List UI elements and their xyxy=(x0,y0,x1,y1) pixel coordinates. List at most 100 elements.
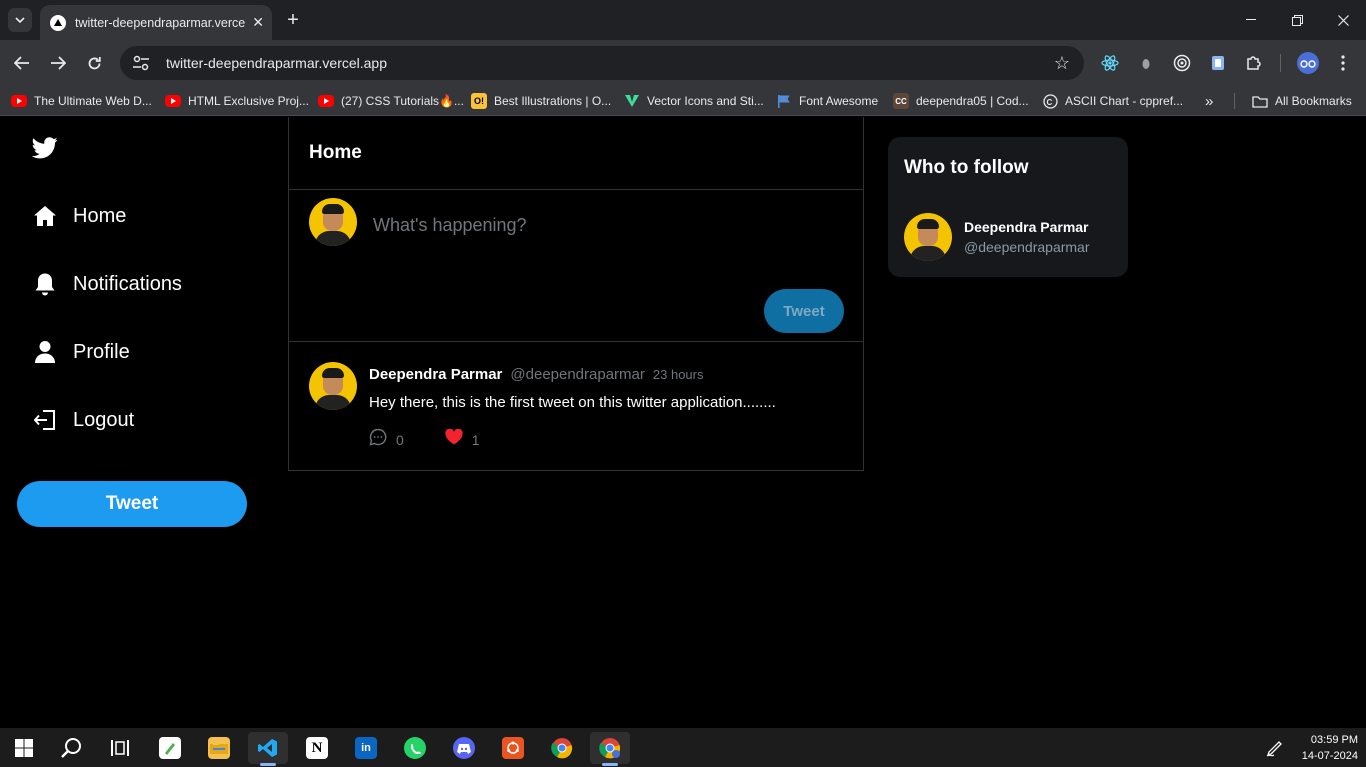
taskbar-app[interactable]: in xyxy=(346,732,386,764)
bookmark-label: deependra05 | Cod... xyxy=(916,94,1029,108)
user-icon xyxy=(32,339,58,365)
bookmark-item[interactable]: O! Best Illustrations | O... xyxy=(471,93,611,109)
back-button[interactable] xyxy=(9,50,35,76)
chrome-profile-icon xyxy=(599,738,621,759)
all-bookmarks-button[interactable]: All Bookmarks xyxy=(1252,93,1352,109)
avatar xyxy=(904,213,952,261)
browser-tab[interactable]: twitter-deependraparmar.vercel.app ✕ xyxy=(40,5,272,40)
bookmark-item[interactable]: (27) CSS Tutorials🔥... xyxy=(318,93,464,109)
sidebar-tweet-button[interactable]: Tweet xyxy=(17,481,247,527)
bookmark-label: Font Awesome xyxy=(799,94,879,108)
bell-icon xyxy=(32,271,58,297)
clock-time: 03:59 PM xyxy=(1310,734,1358,746)
new-tab-button[interactable]: + xyxy=(282,7,304,33)
bookmark-item[interactable]: HTML Exclusive Proj... xyxy=(165,93,309,109)
taskbar-app[interactable] xyxy=(444,732,484,764)
restore-button[interactable] xyxy=(1274,0,1320,40)
suggestion-handle: @deependraparmar xyxy=(964,239,1090,255)
suggestion-name: Deependra Parmar xyxy=(964,219,1089,235)
tweet-timestamp: 23 hours xyxy=(652,367,704,382)
task-view-button[interactable] xyxy=(100,732,140,764)
bookmark-item[interactable]: Vector Icons and Sti... xyxy=(624,93,764,109)
taskbar-app[interactable] xyxy=(395,732,435,764)
nav-profile[interactable]: Profile xyxy=(32,336,130,368)
docs-extension-icon[interactable] xyxy=(1208,53,1228,73)
taskbar-app[interactable] xyxy=(199,732,239,764)
taskbar-app[interactable]: N xyxy=(297,732,337,764)
who-to-follow-card: Who to follow Deependra Parmar @deependr… xyxy=(888,137,1128,277)
close-window-button[interactable] xyxy=(1320,0,1366,40)
tweet-author-name[interactable]: Deependra Parmar xyxy=(369,366,502,383)
avatar xyxy=(309,198,357,246)
bookmark-label: Best Illustrations | O... xyxy=(494,94,612,108)
pen-menu-icon[interactable] xyxy=(1260,732,1290,764)
nav-home-label: Home xyxy=(73,204,127,227)
comment-count: 0 xyxy=(396,431,404,448)
react-devtools-icon[interactable] xyxy=(1100,53,1120,73)
bookmark-star-icon[interactable]: ☆ xyxy=(1054,53,1070,74)
minimize-button[interactable] xyxy=(1228,0,1274,40)
nav-notifications-label: Notifications xyxy=(73,272,182,295)
close-icon xyxy=(1337,14,1349,26)
vscode-icon xyxy=(257,737,279,759)
taskbar: N in 03:59 PM 14-07-2024 xyxy=(0,728,1366,767)
profile-glasses-icon xyxy=(1300,60,1316,68)
tweet-author-handle[interactable]: @deependraparmar xyxy=(510,366,644,383)
compose-tweet-button[interactable]: Tweet xyxy=(764,289,844,333)
comment-button[interactable]: 0 xyxy=(369,428,404,451)
bookmark-item[interactable]: The Ultimate Web D... xyxy=(11,93,152,109)
bookmark-label: Vector Icons and Sti... xyxy=(647,94,764,108)
clock-date: 14-07-2024 xyxy=(1301,750,1358,762)
forward-button[interactable] xyxy=(45,50,71,76)
taskbar-app[interactable] xyxy=(542,732,582,764)
arrow-right-icon xyxy=(51,56,66,70)
tweet-item[interactable]: Deependra Parmar @deependraparmar 23 hou… xyxy=(289,342,863,470)
main-feed: Home Tweet Deependra Parmar @deependrapa… xyxy=(288,117,864,471)
bookmark-item[interactable]: CC deependra05 | Cod... xyxy=(893,93,1029,109)
tab-close-icon[interactable]: ✕ xyxy=(252,14,264,31)
reload-button[interactable] xyxy=(81,50,107,76)
avatar[interactable] xyxy=(309,362,357,410)
target-extension-icon[interactable] xyxy=(1172,53,1192,73)
heart-icon xyxy=(445,428,463,450)
browser-tabstrip: twitter-deependraparmar.vercel.app ✕ + xyxy=(0,0,1366,40)
youtube-icon xyxy=(318,95,334,107)
feed-header: Home xyxy=(289,117,863,190)
search-button[interactable] xyxy=(52,732,92,764)
youtube-icon xyxy=(11,95,27,107)
extension-icon[interactable] xyxy=(1136,53,1156,73)
taskbar-app[interactable] xyxy=(150,732,190,764)
nav-home[interactable]: Home xyxy=(32,200,126,232)
twitter-logo-icon[interactable] xyxy=(31,137,58,159)
tab-title: twitter-deependraparmar.vercel.app xyxy=(75,15,246,30)
follow-suggestion[interactable]: Deependra Parmar @deependraparmar xyxy=(904,213,1090,261)
tab-search-button[interactable] xyxy=(8,8,32,32)
nav-logout[interactable]: Logout xyxy=(32,404,134,436)
tweet-text: Hey there, this is the first tweet on th… xyxy=(369,394,776,411)
codechef-icon: CC xyxy=(893,93,909,109)
address-bar[interactable]: twitter-deependraparmar.vercel.app ☆ xyxy=(120,46,1084,80)
whatsapp-icon xyxy=(404,737,426,759)
taskbar-app[interactable] xyxy=(590,732,630,766)
site-settings-icon[interactable] xyxy=(132,55,150,71)
bookmarks-bar: The Ultimate Web D... HTML Exclusive Pro… xyxy=(0,86,1366,116)
browser-menu-icon[interactable] xyxy=(1333,53,1353,73)
cppref-icon: C xyxy=(1042,93,1058,109)
taskbar-app[interactable] xyxy=(493,732,533,764)
more-bookmarks-chevron-icon[interactable]: » xyxy=(1205,93,1213,110)
bookmark-item[interactable]: C ASCII Chart - cppref... xyxy=(1042,93,1183,109)
extensions-puzzle-icon[interactable] xyxy=(1244,53,1264,73)
system-clock[interactable]: 03:59 PM 14-07-2024 xyxy=(1302,732,1358,764)
profile-avatar[interactable] xyxy=(1297,52,1319,74)
chevron-down-icon xyxy=(15,17,25,23)
like-button[interactable]: 1 xyxy=(445,428,480,450)
compose-input[interactable] xyxy=(373,210,833,240)
comment-icon xyxy=(369,428,387,451)
start-button[interactable] xyxy=(4,732,44,764)
page-title: Home xyxy=(309,142,362,163)
nav-notifications[interactable]: Notifications xyxy=(32,268,182,300)
who-to-follow-title: Who to follow xyxy=(904,157,1029,178)
bookmark-item[interactable]: Font Awesome xyxy=(776,93,878,109)
windows-icon xyxy=(15,739,33,757)
taskbar-app[interactable] xyxy=(248,732,288,766)
